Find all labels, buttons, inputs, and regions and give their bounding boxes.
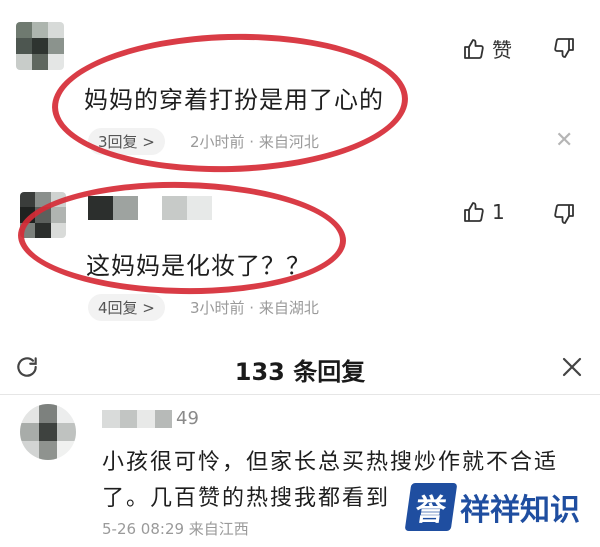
like-label: 赞 [492,38,512,62]
close-icon[interactable] [560,355,584,379]
close-icon[interactable]: ✕ [555,130,573,152]
thumbs-down-icon [554,204,574,224]
like-button[interactable]: 赞 [462,34,512,63]
highlight-circle [50,29,410,177]
highlight-circle [17,179,347,297]
reply-text-line1: 小孩很可怜，但家长总买热搜炒作就不合适 [102,450,559,475]
like-count: 1 [492,200,505,224]
reply-panel-title: 133 条回复 [234,358,366,386]
reply-meta: 5-26 08:29 来自江西 [102,520,249,538]
divider [0,394,600,395]
username-suffix: 49 [176,408,199,429]
username[interactable] [102,410,172,428]
comment-meta: 3小时前 · 来自湖北 [190,299,319,317]
dislike-button[interactable] [552,202,576,226]
thumbs-down-icon [554,38,574,58]
reply-text-line2: 了。几百赞的热搜我都看到 [102,486,391,511]
avatar[interactable] [16,22,64,70]
thumbs-up-icon [464,38,484,59]
avatar[interactable] [20,404,76,460]
thumbs-up-icon [464,202,484,222]
watermark-logo: 誉 祥祥知识 [404,483,586,531]
like-button[interactable]: 1 [462,200,505,224]
reply-panel-header: 133 条回复 [0,342,600,394]
watermark-badge: 誉 [404,483,458,531]
dislike-button[interactable] [552,36,576,60]
watermark-text: 祥祥知识 [454,483,586,531]
view-replies-button[interactable]: 4回复 > [88,294,165,321]
